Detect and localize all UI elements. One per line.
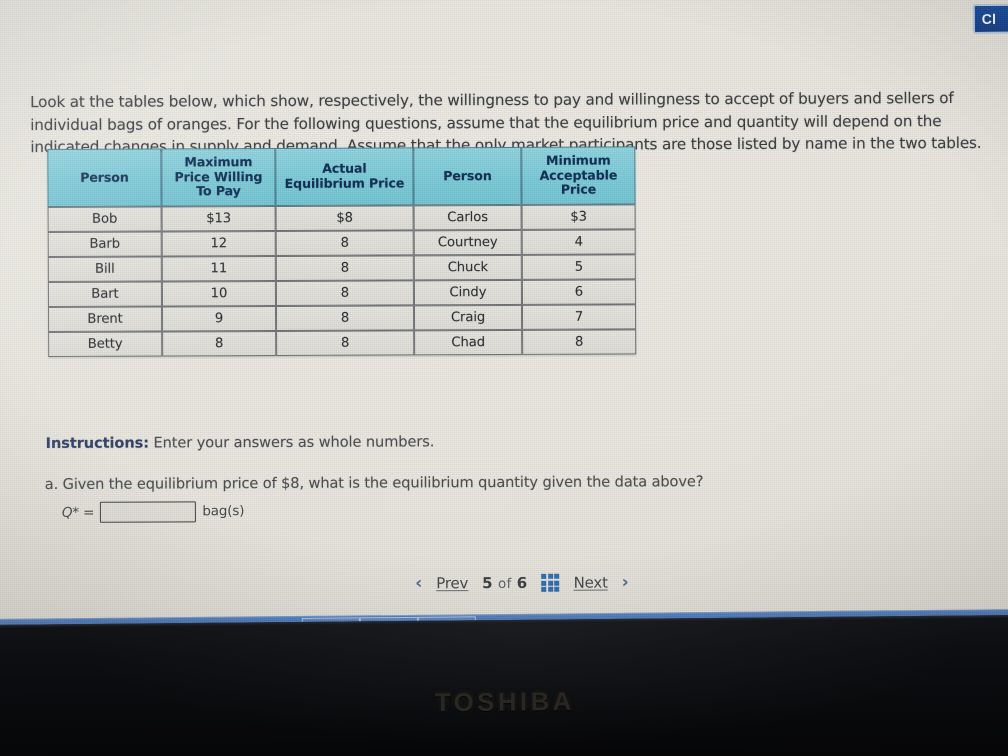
- cell-max-price: $13: [161, 205, 276, 232]
- next-button[interactable]: Next: [574, 574, 608, 592]
- cell-equilibrium-price: 8: [275, 255, 414, 281]
- cell-max-price: 11: [161, 255, 276, 282]
- cell-person-seller: Carlos: [413, 204, 522, 231]
- grid-cell: [548, 586, 554, 592]
- cell-person-buyer: Bill: [47, 256, 162, 282]
- grid-cell: [541, 587, 547, 593]
- cell-person-seller: Courtney: [413, 229, 522, 256]
- instructions-text: Enter your answers as whole numbers.: [153, 433, 435, 452]
- grid-cell: [554, 586, 560, 592]
- table-row: Bart 10 8 Cindy 6: [47, 279, 636, 307]
- grid-cell: [541, 573, 547, 579]
- column-header-person-sellers: Person: [413, 146, 522, 206]
- next-chevron-icon[interactable]: ›: [622, 572, 629, 592]
- laptop-bezel: TOSHIBA: [0, 615, 1008, 756]
- table-row: Barb 12 8 Courtney 4: [47, 229, 636, 257]
- cell-equilibrium-price: 8: [275, 280, 414, 306]
- grid-cell: [554, 573, 560, 579]
- instructions-line: Instructions: Enter your answers as whol…: [46, 433, 435, 452]
- table-row: Bill 11 8 Chuck 5: [47, 254, 636, 282]
- current-page-number: 5: [482, 574, 493, 593]
- cell-equilibrium-price: 8: [275, 305, 415, 331]
- cell-person-seller: Chad: [414, 329, 523, 356]
- grid-view-icon[interactable]: [541, 573, 560, 593]
- column-header-actual-equilibrium: Actual Equilibrium Price: [275, 147, 414, 206]
- table-row: Brent 9 8 Craig 7: [47, 304, 637, 332]
- pager: ‹ Prev 5 of 6 Next ›: [415, 572, 629, 593]
- table-body: Bob $13 $8 Carlos $3 Barb 12 8 Courtney 4 Bill 11 8 C…: [47, 204, 637, 357]
- cell-person-seller: Chuck: [413, 254, 522, 281]
- cell-equilibrium-price: 8: [276, 330, 415, 356]
- cell-min-price: 8: [522, 329, 637, 355]
- cell-person-seller: Cindy: [413, 279, 522, 306]
- question-a-text: a. Given the equilibrium price of $8, wh…: [44, 473, 704, 494]
- grid-cell: [547, 573, 554, 579]
- equilibrium-quantity-input[interactable]: [100, 501, 197, 523]
- browser-page-content: Cl Look at the tables below, which show,…: [0, 0, 1008, 614]
- screenshot-root: Cl Look at the tables below, which show,…: [0, 0, 1008, 756]
- cell-max-price: 9: [161, 305, 277, 332]
- table-header: Person Maximum Price Willing To Pay Actu…: [47, 146, 636, 207]
- page-of-label: of: [497, 576, 512, 593]
- cell-max-price: 8: [162, 330, 277, 357]
- page-counter: 5 of 6: [482, 574, 527, 592]
- toshiba-logo: TOSHIBA: [434, 687, 575, 718]
- close-button[interactable]: Cl: [972, 3, 1008, 34]
- grid-cell: [554, 580, 560, 586]
- cell-person-seller: Craig: [413, 304, 523, 331]
- total-page-number: 6: [516, 573, 528, 593]
- cell-min-price: 5: [521, 254, 636, 280]
- cell-equilibrium-price: $8: [275, 205, 414, 231]
- table-header-row: Person Maximum Price Willing To Pay Actu…: [47, 146, 636, 207]
- cell-max-price: 12: [161, 230, 276, 257]
- cell-person-buyer: Bob: [47, 206, 162, 232]
- cell-equilibrium-price: 8: [275, 230, 414, 256]
- column-header-person-buyers: Person: [47, 148, 162, 207]
- column-header-max-price-willing: Maximum Price Willing To Pay: [161, 147, 276, 207]
- prev-chevron-icon[interactable]: ‹: [415, 573, 422, 593]
- table-row: Bob $13 $8 Carlos $3: [47, 204, 636, 232]
- willingness-table: Person Maximum Price Willing To Pay Actu…: [47, 146, 637, 357]
- laptop-screen: Cl Look at the tables below, which show,…: [0, 0, 1008, 625]
- cell-max-price: 10: [161, 280, 276, 307]
- cell-min-price: 4: [521, 229, 636, 255]
- instructions-label: Instructions:: [45, 434, 149, 453]
- cell-person-buyer: Betty: [48, 331, 163, 357]
- cell-person-buyer: Bart: [47, 281, 162, 307]
- answer-unit-label: bag(s): [202, 504, 245, 520]
- answer-label: Q* =: [61, 504, 95, 521]
- answer-row: Q* = bag(s): [62, 501, 245, 523]
- cell-min-price: $3: [521, 204, 636, 230]
- grid-cell: [548, 580, 554, 586]
- cell-person-buyer: Barb: [47, 231, 162, 257]
- cell-min-price: 6: [521, 279, 636, 305]
- column-header-min-acceptable: Minimum Acceptable Price: [521, 146, 636, 205]
- cell-min-price: 7: [521, 304, 637, 330]
- prev-button[interactable]: Prev: [436, 574, 468, 592]
- cell-person-buyer: Brent: [47, 306, 163, 332]
- table-row: Betty 8 8 Chad 8: [48, 329, 637, 357]
- grid-cell: [541, 580, 547, 586]
